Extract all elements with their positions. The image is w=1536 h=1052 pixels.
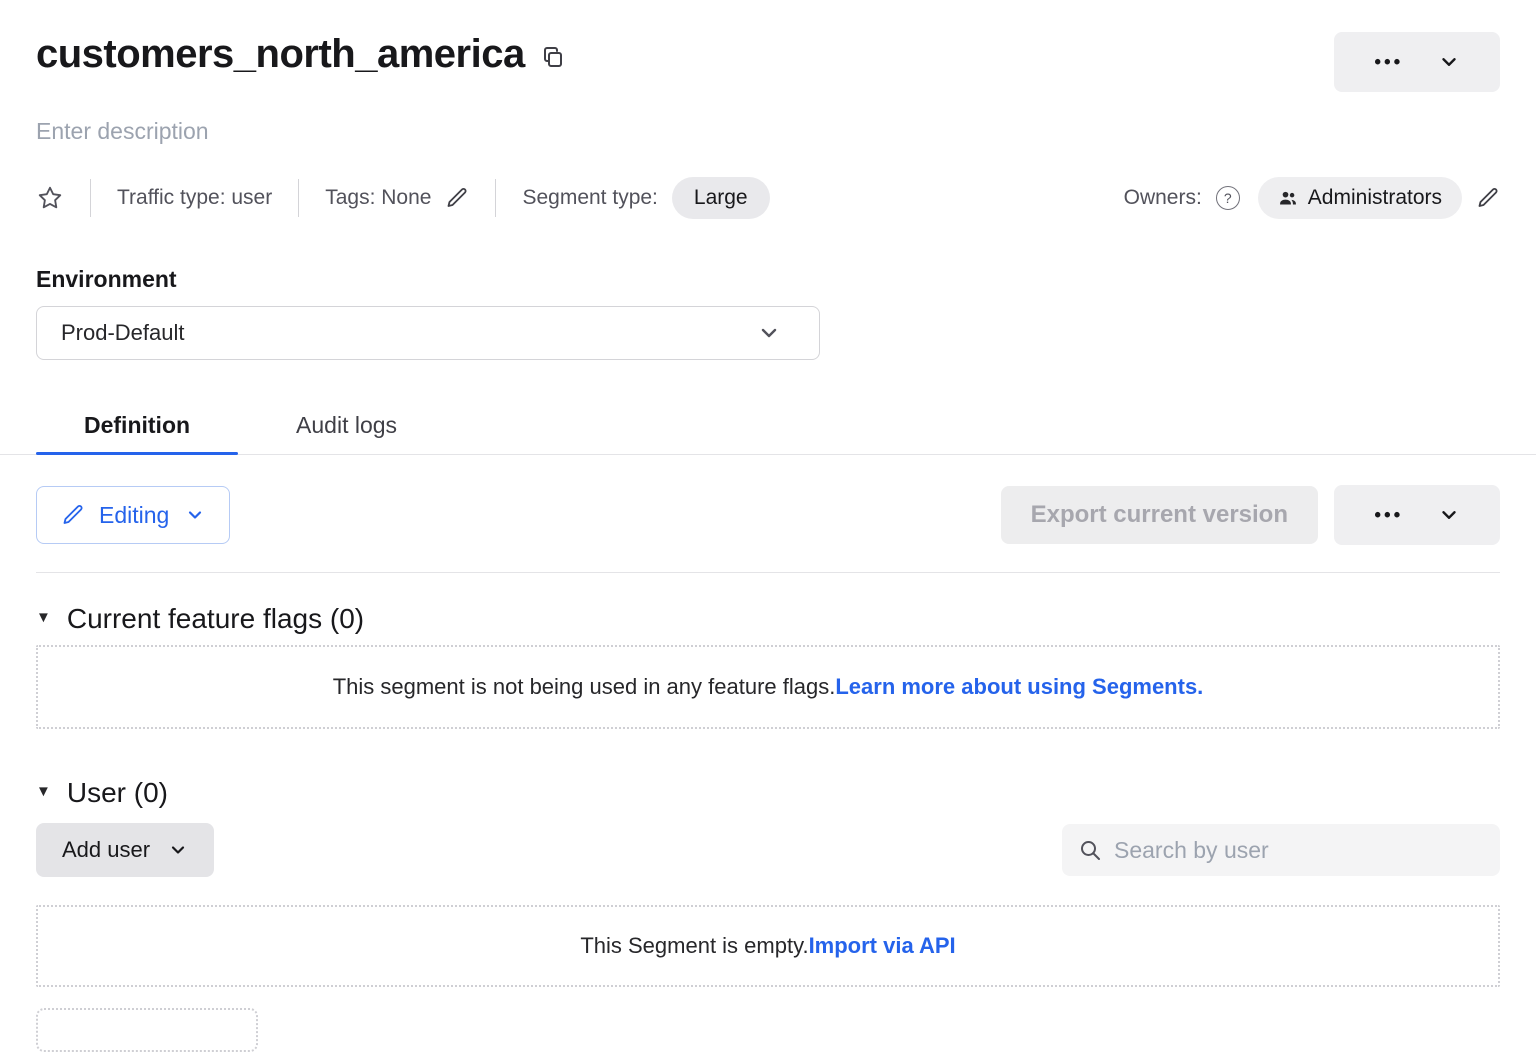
owners-label: Owners: <box>1124 186 1202 210</box>
editing-mode-button[interactable]: Editing <box>36 486 230 544</box>
edit-tags-icon[interactable] <box>445 186 469 210</box>
toolbar-right: Export current version ••• <box>1001 485 1500 545</box>
edit-owners-icon[interactable] <box>1476 186 1500 210</box>
owners-pill: Administrators <box>1258 177 1462 219</box>
people-icon <box>1278 188 1298 208</box>
tags-label: Tags: None <box>325 186 431 210</box>
chevron-down-icon <box>1438 51 1460 73</box>
user-heading: ▼ User (0) <box>36 777 1500 809</box>
user-empty-state: This Segment is empty. Import via API <box>36 905 1500 987</box>
help-icon[interactable]: ? <box>1216 186 1240 210</box>
chevron-down-icon <box>1438 504 1460 526</box>
definition-toolbar: Editing Export current version ••• <box>36 485 1500 545</box>
meta-left: Traffic type: user Tags: None Segment ty… <box>36 177 770 219</box>
environment-selected-value: Prod-Default <box>61 320 185 346</box>
chevron-down-icon <box>757 321 781 345</box>
user-section: ▼ User (0) Add user This Seg <box>36 777 1500 1052</box>
environment-label: Environment <box>36 264 1500 294</box>
title-row: customers_north_america ••• <box>36 0 1500 92</box>
divider <box>36 572 1500 573</box>
user-heading-text: User (0) <box>67 777 168 809</box>
owners-value: Administrators <box>1308 186 1442 210</box>
chevron-down-icon <box>168 840 188 860</box>
tab-audit-logs[interactable]: Audit logs <box>248 396 445 454</box>
add-user-button[interactable]: Add user <box>36 823 214 877</box>
segment-type-badge: Large <box>672 177 770 219</box>
definition-actions-menu-button[interactable]: ••• <box>1334 485 1500 545</box>
pencil-icon <box>61 503 85 527</box>
meta-row: Traffic type: user Tags: None Segment ty… <box>36 176 1500 220</box>
copy-icon[interactable] <box>541 44 565 70</box>
header: customers_north_america ••• Enter descri… <box>36 0 1500 220</box>
collapse-triangle-icon[interactable]: ▼ <box>36 776 51 808</box>
feature-flags-empty-text: This segment is not being used in any fe… <box>333 674 836 700</box>
add-user-label: Add user <box>62 837 150 863</box>
collapse-triangle-icon[interactable]: ▼ <box>36 602 51 634</box>
tab-definition[interactable]: Definition <box>36 396 238 454</box>
feature-flags-heading-text: Current feature flags (0) <box>67 603 364 635</box>
feature-flags-empty-state: This segment is not being used in any fe… <box>36 645 1500 729</box>
feature-flags-heading: ▼ Current feature flags (0) <box>36 603 1500 635</box>
divider <box>495 179 496 217</box>
environment-section: Environment Prod-Default <box>36 264 1500 360</box>
partially-visible-box <box>36 1008 258 1052</box>
traffic-type-label: Traffic type: user <box>117 186 272 210</box>
export-current-version-button[interactable]: Export current version <box>1001 486 1318 544</box>
environment-select[interactable]: Prod-Default <box>36 306 820 360</box>
title-wrap: customers_north_america <box>36 30 565 78</box>
tab-bar: Definition Audit logs <box>0 396 1536 455</box>
segment-actions-menu-button[interactable]: ••• <box>1334 32 1500 92</box>
user-empty-text: This Segment is empty. <box>580 933 808 959</box>
chevron-down-icon <box>185 505 205 525</box>
star-icon[interactable] <box>36 184 64 212</box>
ellipsis-icon: ••• <box>1374 53 1403 72</box>
search-icon <box>1078 838 1102 862</box>
user-toolbar: Add user <box>36 823 1500 877</box>
feature-flags-section: ▼ Current feature flags (0) This segment… <box>36 603 1500 729</box>
ellipsis-icon: ••• <box>1374 506 1403 525</box>
divider <box>298 179 299 217</box>
import-via-api-link[interactable]: Import via API <box>809 933 956 959</box>
learn-more-link[interactable]: Learn more about using Segments. <box>835 674 1203 700</box>
description-placeholder[interactable]: Enter description <box>36 116 1500 146</box>
search-by-user-input[interactable] <box>1112 836 1484 865</box>
meta-right: Owners: ? Administrators <box>1124 177 1500 219</box>
search-box <box>1062 824 1500 876</box>
segment-detail-page: customers_north_america ••• Enter descri… <box>0 0 1536 1052</box>
segment-type-label: Segment type: <box>522 186 657 210</box>
editing-label: Editing <box>99 502 169 529</box>
page-title: customers_north_america <box>36 30 525 78</box>
divider <box>90 179 91 217</box>
